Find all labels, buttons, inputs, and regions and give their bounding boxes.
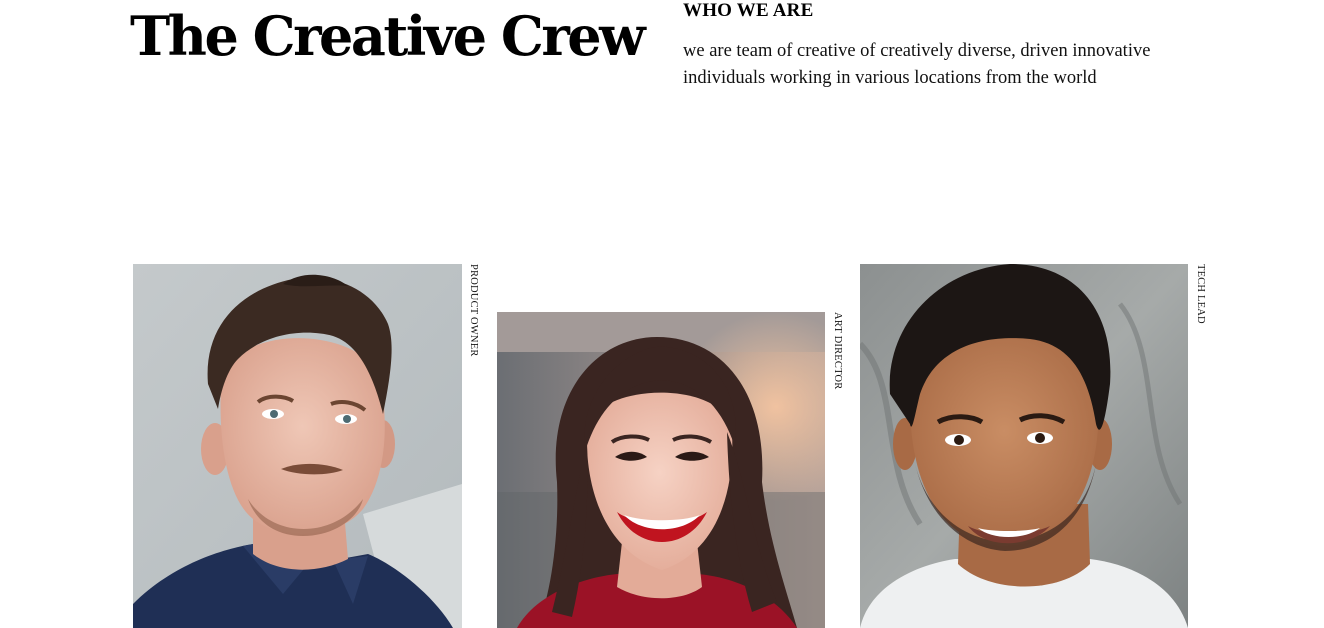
team-member-card: PRODUCT OWNER — [133, 264, 493, 628]
team-member-role: TECH LEAD — [1195, 264, 1206, 324]
team-member-photo — [860, 264, 1188, 628]
team-member-role: PRODUCT OWNER — [468, 264, 479, 357]
team-member-photo — [133, 264, 462, 628]
who-we-are-description: we are team of creative of creatively di… — [683, 41, 1151, 88]
page-title: The Creative Crew — [130, 4, 646, 68]
team-member-photo — [497, 312, 825, 628]
team-member-card: ART DIRECTOR — [497, 312, 857, 628]
team-member-card: TECH LEAD — [860, 264, 1220, 628]
who-we-are-heading: WHO WE ARE — [683, 0, 814, 21]
team-member-role: ART DIRECTOR — [832, 312, 843, 390]
